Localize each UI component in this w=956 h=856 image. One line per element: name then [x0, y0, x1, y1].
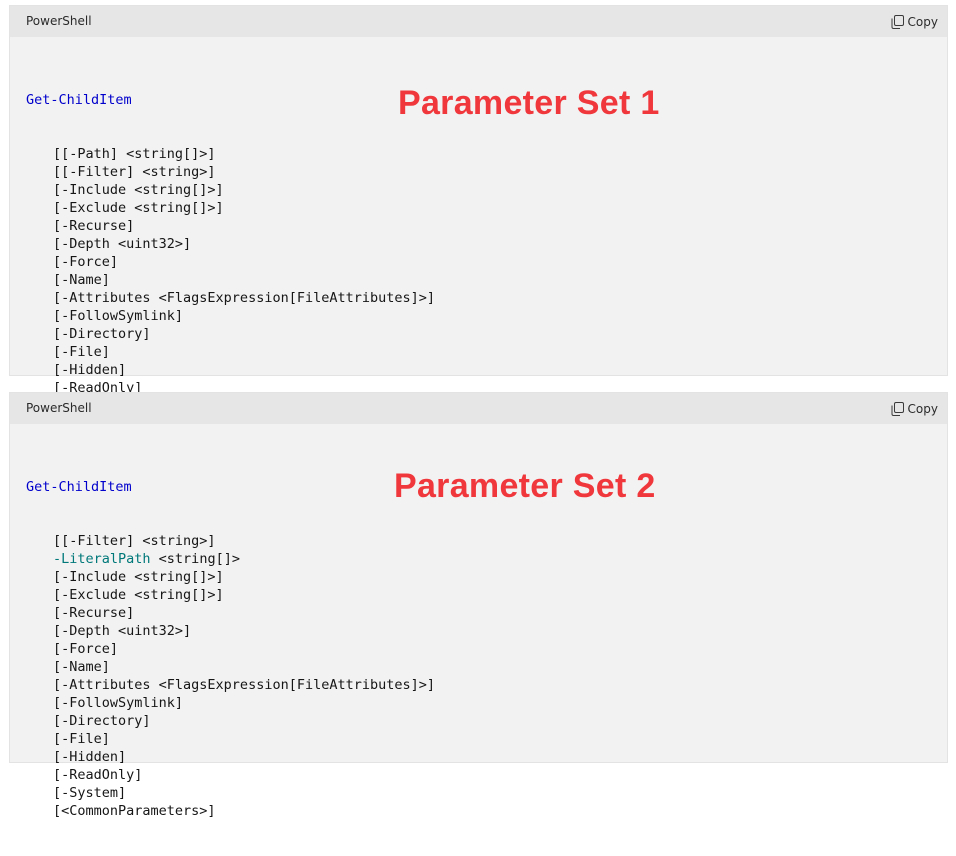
code-line: [-File]	[26, 343, 935, 361]
literal-path-type: <string[]>	[150, 551, 240, 567]
code-line: [-Recurse]	[26, 217, 935, 235]
code-line-text: [-Name]	[53, 272, 110, 288]
code-line: [-Directory]	[26, 325, 935, 343]
copy-button-label: Copy	[907, 15, 938, 29]
cmdlet-name: Get-ChildItem	[26, 92, 132, 108]
code-line-text: [-Include <string[]>]	[53, 569, 224, 585]
code-line-text: [-Recurse]	[53, 218, 135, 234]
code-line: [-Directory]	[26, 712, 935, 730]
language-label: PowerShell	[26, 14, 92, 28]
code-block-parameter-set-2: PowerShell Copy Get-ChildItem [[-Filter]…	[9, 392, 948, 819]
code-line: [-Include <string[]>]	[26, 568, 935, 586]
code-line: [-FollowSymlink]	[26, 307, 935, 325]
code-line: [-Exclude <string[]>]	[26, 199, 935, 217]
code-line-text: [-FollowSymlink]	[53, 695, 184, 711]
code-line: [-Hidden]	[26, 361, 935, 379]
literal-path-parameter: -LiteralPath	[53, 551, 151, 567]
code-line: -LiteralPath <string[]>	[26, 550, 935, 568]
code-line: [[-Filter] <string>]	[26, 163, 935, 181]
code-block-header: PowerShell Copy	[10, 393, 947, 424]
code-line: [-ReadOnly]	[26, 766, 935, 784]
code-line-text: [-Attributes <FlagsExpression[FileAttrib…	[53, 290, 436, 306]
code-line: [[-Path] <string[]>]	[26, 145, 935, 163]
code-line-text: [<CommonParameters>]	[53, 803, 216, 819]
code-line-text: [-Attributes <FlagsExpression[FileAttrib…	[53, 677, 436, 693]
code-line: [-Attributes <FlagsExpression[FileAttrib…	[26, 289, 935, 307]
code-line: [-Force]	[26, 640, 935, 658]
code-line: [-Force]	[26, 253, 935, 271]
code-line-text: [-Depth <uint32>]	[53, 236, 192, 252]
code-line: [-Depth <uint32>]	[26, 622, 935, 640]
code-line-text: [-Directory]	[53, 713, 151, 729]
code-line-text: [-Force]	[53, 254, 119, 270]
code-line: [-Depth <uint32>]	[26, 235, 935, 253]
code-line: [-Exclude <string[]>]	[26, 586, 935, 604]
code-line: [-File]	[26, 730, 935, 748]
code-line: [-Hidden]	[26, 748, 935, 766]
code-line: [-Attributes <FlagsExpression[FileAttrib…	[26, 676, 935, 694]
code-line-text: [-Force]	[53, 641, 119, 657]
code-block-parameter-set-1: PowerShell Copy Get-ChildItem [[-Path] <…	[9, 5, 948, 432]
code-line: [-FollowSymlink]	[26, 694, 935, 712]
code-line-text: [-File]	[53, 731, 110, 747]
code-block-header: PowerShell Copy	[10, 6, 947, 37]
code-line-text: [-Directory]	[53, 326, 151, 342]
copy-button-label: Copy	[907, 402, 938, 416]
language-label: PowerShell	[26, 401, 92, 415]
code-line-text: [-Exclude <string[]>]	[53, 587, 224, 603]
cmdlet-name: Get-ChildItem	[26, 479, 132, 495]
code-line-text: [-Recurse]	[53, 605, 135, 621]
code-line: [-Name]	[26, 271, 935, 289]
copy-button[interactable]: Copy	[891, 12, 938, 32]
code-line-text: [-Hidden]	[53, 362, 127, 378]
code-line-text: [[-Filter] <string>]	[53, 164, 216, 180]
code-line-text: [[-Path] <string[]>]	[53, 146, 216, 162]
code-line: [-Recurse]	[26, 604, 935, 622]
code-line: [<CommonParameters>]	[26, 802, 935, 820]
code-line-text: [-ReadOnly]	[53, 767, 143, 783]
parameter-set-1-annotation: Parameter Set 1	[398, 84, 660, 122]
code-line: [-System]	[26, 784, 935, 802]
code-line-text: [-Include <string[]>]	[53, 182, 224, 198]
code-line: [-Include <string[]>]	[26, 181, 935, 199]
code-line-text: [-Exclude <string[]>]	[53, 200, 224, 216]
code-line-text: [-Name]	[53, 659, 110, 675]
copy-icon	[891, 402, 904, 416]
code-line: [[-Filter] <string>]	[26, 532, 935, 550]
code-line-text: [[-Filter] <string>]	[53, 533, 216, 549]
code-line-text: [-Depth <uint32>]	[53, 623, 192, 639]
code-line-text: [-FollowSymlink]	[53, 308, 184, 324]
copy-button[interactable]: Copy	[891, 399, 938, 419]
code-line-text: [-File]	[53, 344, 110, 360]
code-line-text: [-Hidden]	[53, 749, 127, 765]
code-line: [-Name]	[26, 658, 935, 676]
copy-icon	[891, 15, 904, 29]
parameter-set-2-annotation: Parameter Set 2	[394, 467, 656, 505]
code-line-text: [-System]	[53, 785, 127, 801]
